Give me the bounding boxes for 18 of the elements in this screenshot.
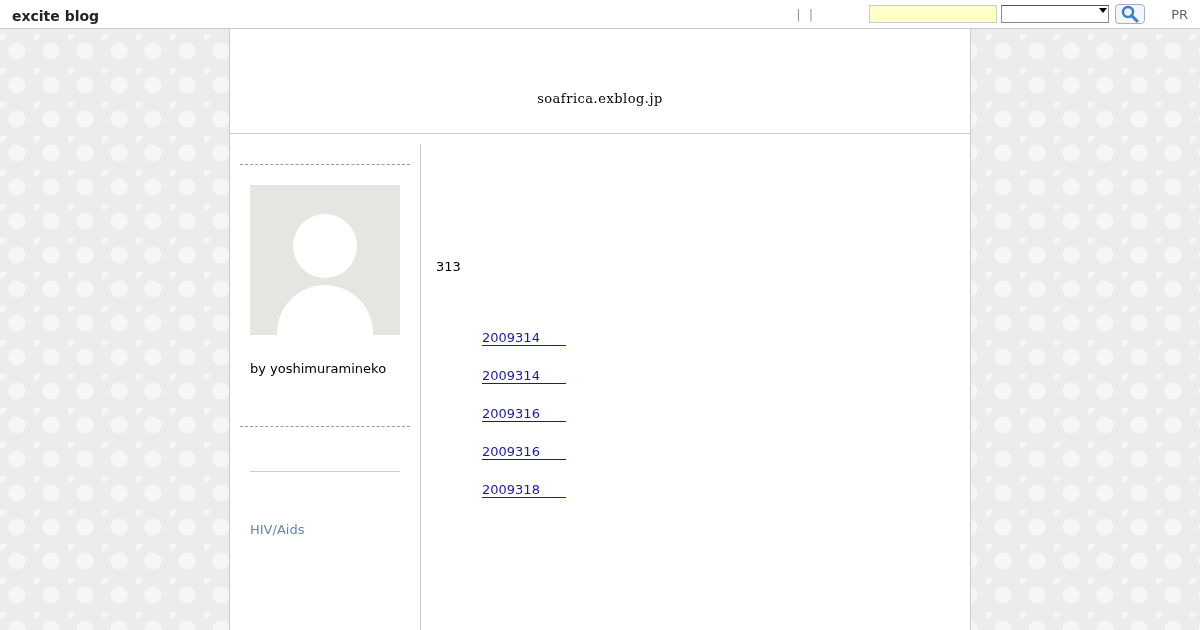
separator: | [808,6,814,22]
author-name: by yoshimuramineko [250,361,388,376]
category-link[interactable]: HIV/Aids [250,522,410,537]
post-link[interactable]: 2009318 [482,483,566,498]
pr-link[interactable]: PR [1171,6,1188,22]
post-link[interactable]: 2009314 [482,369,566,384]
caret-icon [1099,8,1108,13]
search-button[interactable] [1115,4,1146,24]
post-count: 313 [436,259,462,274]
post-link[interactable]: 2009316 [482,407,566,422]
separator: | [796,6,801,22]
search-field[interactable] [869,5,998,23]
post-link[interactable]: 2009316 [482,445,566,460]
dropdown[interactable] [1001,5,1110,23]
search-icon [1121,5,1140,23]
post-link[interactable]: 2009314 [482,331,566,346]
blog-title: soafrica.exblog.jp [537,91,663,108]
excite-blog-logo[interactable]: excite blog [12,7,100,24]
